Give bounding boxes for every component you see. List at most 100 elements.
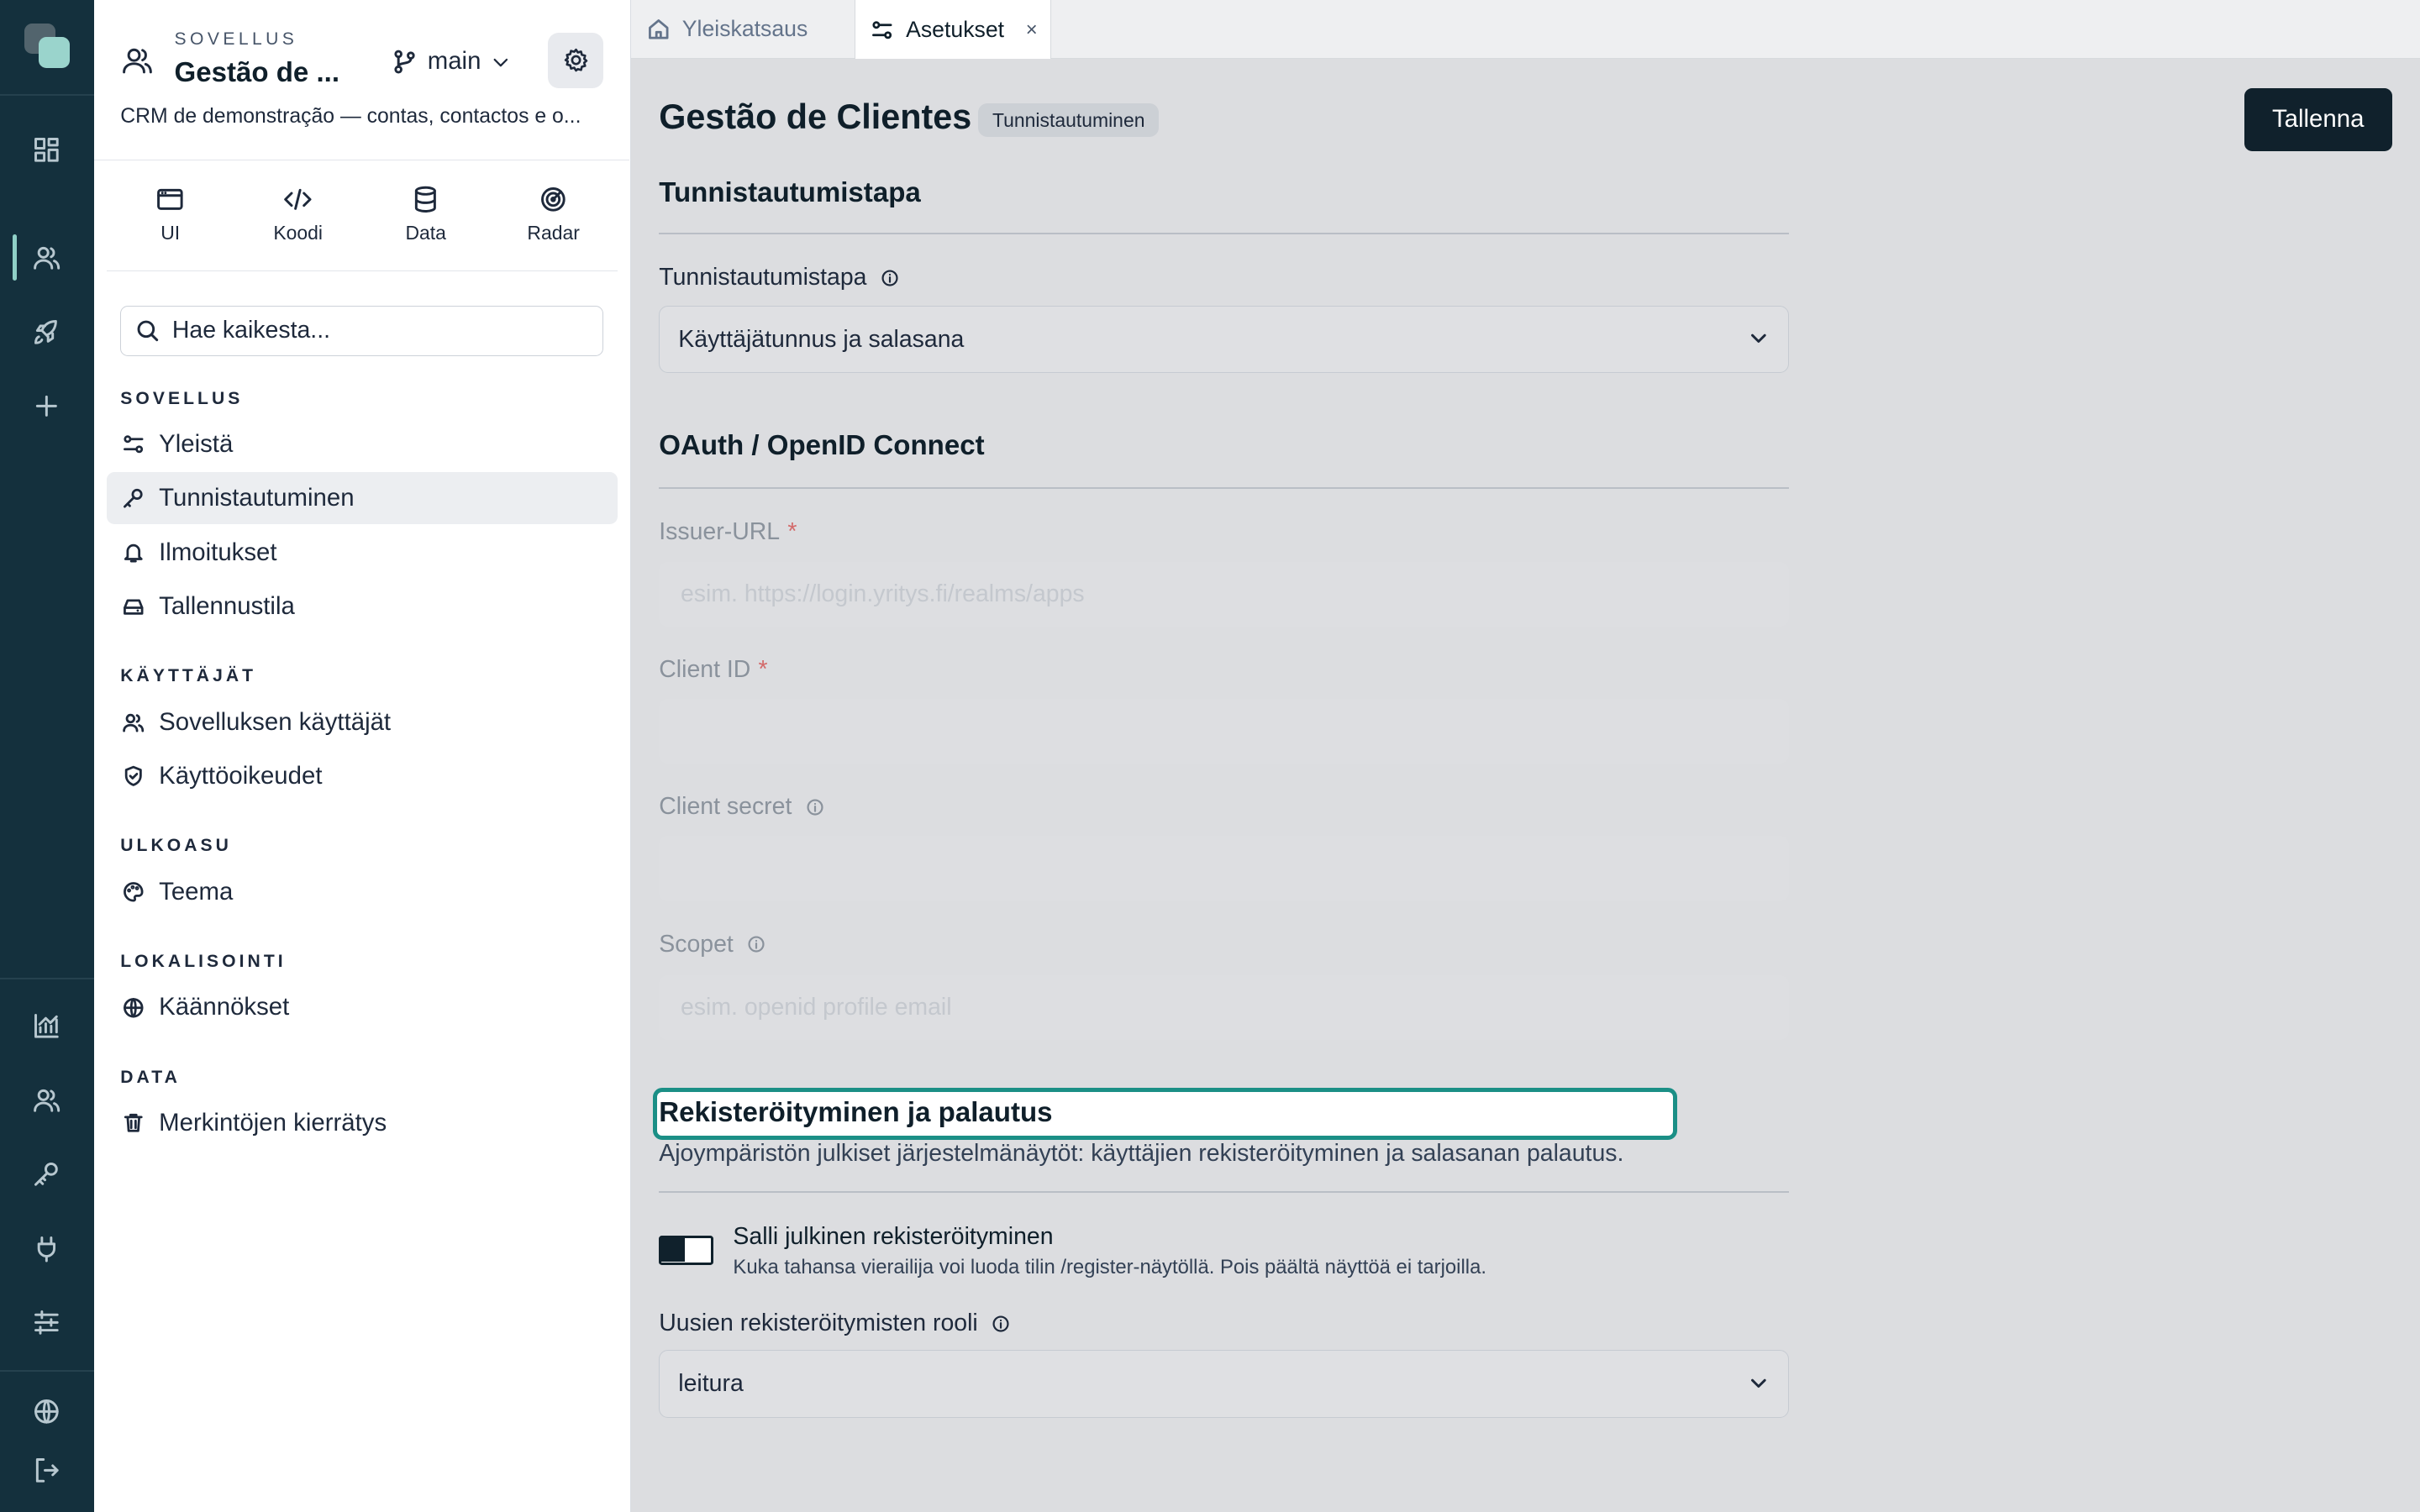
field-label-text: Scopet: [659, 930, 734, 958]
info-icon[interactable]: [741, 935, 765, 953]
radar-icon: [538, 184, 569, 215]
tab-label: Asetukset: [906, 17, 1005, 43]
app-sidebar: SOVELLUS Gestão de ... main CRM de demon…: [94, 0, 632, 1512]
auth-method-select[interactable]: Käyttäjätunnus ja salasana: [659, 305, 1789, 374]
sidebar-item-recycle-bin[interactable]: Merkintöjen kierrätys: [107, 1097, 618, 1149]
registration-section-title: Rekisteröityminen ja palautus: [659, 1096, 1053, 1128]
key-icon[interactable]: [31, 1158, 62, 1189]
section-divider: [659, 1190, 1789, 1193]
info-icon[interactable]: [875, 269, 899, 287]
nav-section-title: SOVELLUS: [120, 388, 244, 408]
new-user-role-select[interactable]: leitura: [659, 1350, 1789, 1418]
mode-label: Data: [405, 222, 446, 244]
section-badge: Tunnistautuminen: [978, 103, 1159, 138]
plug-icon[interactable]: [31, 1233, 62, 1264]
plus-icon[interactable]: [31, 391, 62, 422]
logout-icon[interactable]: [31, 1455, 62, 1486]
app-logo[interactable]: [24, 23, 71, 70]
team-icon[interactable]: [31, 1084, 62, 1116]
sidebar-item-app-users[interactable]: Sovelluksen käyttäjät: [107, 696, 618, 748]
chevron-down-icon: [490, 51, 512, 73]
mode-label: Radar: [527, 222, 580, 244]
mode-label: Koodi: [273, 222, 324, 244]
field-label-text: Tunnistautumistapa: [659, 264, 867, 291]
mode-data[interactable]: Data: [362, 162, 490, 270]
tab-overview[interactable]: Yleiskatsaus: [631, 0, 855, 59]
tab-bar: Yleiskatsaus Asetukset ×: [631, 0, 2420, 60]
mode-radar[interactable]: Radar: [490, 162, 618, 270]
sidebar-item-label: Tunnistautuminen: [159, 484, 355, 512]
field-label-text: Client secret: [659, 793, 792, 821]
search-placeholder: Hae kaikesta...: [171, 317, 331, 344]
required-mark: *: [758, 655, 768, 683]
rail-divider: [0, 1369, 95, 1372]
new-user-role-label: Uusien rekisteröitymisten rooli: [659, 1310, 1010, 1337]
rocket-icon[interactable]: [31, 317, 62, 348]
app-name: Gestão de ...: [174, 56, 340, 88]
tab-settings[interactable]: Asetukset ×: [855, 0, 1051, 60]
mode-code[interactable]: Koodi: [234, 162, 362, 270]
database-icon: [410, 184, 441, 215]
app-users-icon: [120, 43, 154, 76]
users-icon: [122, 711, 145, 734]
nav-section-title: KÄYTTÄJÄT: [120, 666, 257, 686]
mode-label: UI: [160, 222, 181, 244]
sliders-icon[interactable]: [31, 1307, 62, 1338]
sidebar-item-tallennustila[interactable]: Tallennustila: [107, 580, 618, 633]
settings-sliders-icon: [122, 433, 145, 456]
nav-section-title: DATA: [120, 1067, 181, 1087]
client-secret-label: Client secret: [659, 793, 824, 821]
section-divider: [659, 487, 1789, 490]
sidebar-item-translations[interactable]: Käännökset: [107, 981, 618, 1033]
auth-method-label: Tunnistautumistapa: [659, 264, 899, 291]
field-label-text: Issuer-URL: [659, 518, 781, 546]
branch-selector[interactable]: main: [391, 45, 512, 78]
sidebar-item-label: Teema: [159, 877, 234, 906]
globe-icon[interactable]: [31, 1396, 62, 1427]
app-kicker: SOVELLUS: [174, 29, 298, 49]
mode-ui[interactable]: UI: [107, 162, 234, 270]
app-settings-button[interactable]: [548, 32, 604, 88]
users-icon[interactable]: [31, 242, 62, 273]
registration-description: Ajoympäristön julkiset järjestelmänäytöt…: [659, 1140, 1624, 1168]
public-registration-toggle[interactable]: [659, 1236, 713, 1266]
info-icon[interactable]: [986, 1315, 1010, 1333]
issuer-url-label: Issuer-URL *: [659, 518, 797, 546]
search-icon: [135, 318, 160, 343]
client-id-label: Client ID *: [659, 656, 767, 684]
dashboard-icon[interactable]: [31, 134, 62, 165]
section-divider: [659, 233, 1789, 235]
key-icon: [122, 486, 145, 510]
save-button[interactable]: Tallenna: [2244, 87, 2392, 151]
sidebar-item-yleista[interactable]: Yleistä: [107, 418, 618, 470]
scopes-field[interactable]: esim. openid profile email: [659, 974, 1789, 1040]
client-secret-field[interactable]: [659, 836, 1789, 901]
sidebar-item-label: Ilmoitukset: [159, 538, 277, 566]
info-icon[interactable]: [800, 798, 824, 816]
trash-icon: [122, 1111, 145, 1135]
nav-section-title: ULKOASU: [120, 836, 232, 856]
select-value: Käyttäjätunnus ja salasana: [678, 325, 965, 353]
settings-sliders-icon: [871, 18, 894, 42]
bell-icon: [122, 541, 145, 564]
analytics-icon[interactable]: [31, 1011, 62, 1042]
globe-icon: [122, 996, 145, 1020]
sidebar-item-tunnistautuminen[interactable]: Tunnistautuminen: [106, 472, 618, 525]
field-label-text: Uusien rekisteröitymisten rooli: [659, 1310, 978, 1337]
sidebar-item-label: Yleistä: [159, 429, 234, 458]
tab-label: Yleiskatsaus: [681, 16, 808, 42]
close-icon[interactable]: ×: [1026, 18, 1038, 42]
search-input[interactable]: Hae kaikesta...: [120, 305, 604, 357]
app-rail: [0, 0, 95, 1512]
select-value: leitura: [678, 1370, 744, 1397]
client-id-field[interactable]: [659, 699, 1789, 764]
shield-check-icon: [122, 764, 145, 788]
field-label-text: Client ID: [659, 655, 751, 683]
sidebar-item-label: Sovelluksen käyttäjät: [159, 707, 392, 736]
sidebar-item-theme[interactable]: Teema: [107, 865, 618, 917]
sidebar-item-ilmoitukset[interactable]: Ilmoitukset: [107, 526, 618, 578]
issuer-url-field[interactable]: esim. https://login.yritys.fi/realms/app…: [659, 561, 1789, 627]
app-header: SOVELLUS Gestão de ... main CRM de demon…: [94, 0, 630, 161]
sidebar-item-permissions[interactable]: Käyttöoikeudet: [107, 750, 618, 802]
chevron-down-icon: [1748, 1373, 1770, 1394]
